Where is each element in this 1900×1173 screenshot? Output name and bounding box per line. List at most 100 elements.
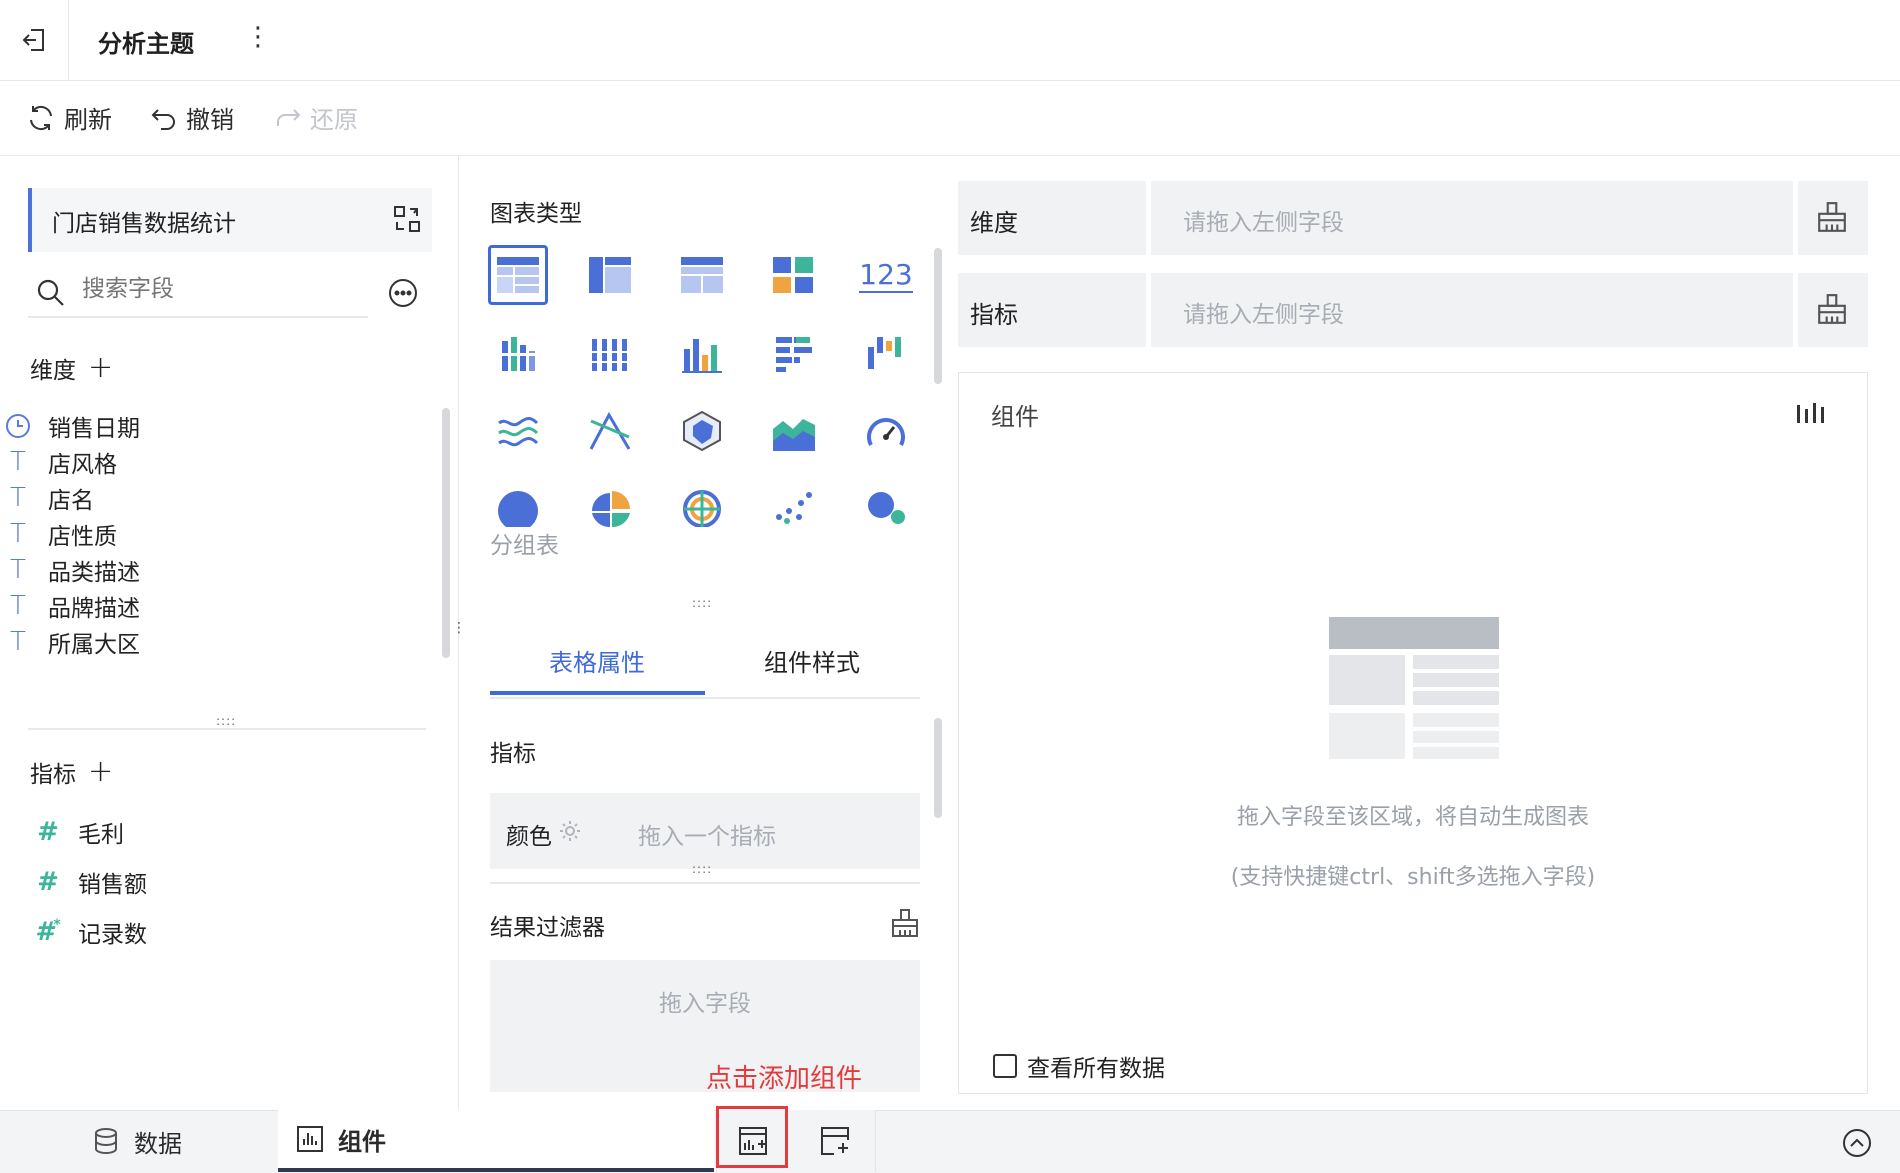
measure-section-title: 指标: [490, 741, 536, 767]
redo-button[interactable]: 还原: [274, 100, 358, 135]
measure-row-label: 指标: [958, 273, 1146, 347]
list-item[interactable]: 销售日期: [0, 408, 440, 444]
tab-component[interactable]: 组件: [278, 1110, 714, 1172]
radar-chart-icon[interactable]: [672, 401, 732, 461]
component-canvas[interactable]: 组件 拖入字段至该区域，将自动生成图表 (支持快捷键ctrl、shift多选拖入…: [958, 372, 1868, 1094]
tab-table-properties[interactable]: 表格属性: [549, 643, 645, 678]
property-scrollbar[interactable]: [934, 718, 942, 818]
filter-broom-icon[interactable]: [890, 908, 920, 938]
area-chart-icon[interactable]: [764, 401, 824, 461]
top-bar: [0, 0, 1900, 81]
dataset-selector[interactable]: 门店销售数据统计: [28, 188, 432, 252]
resize-handle[interactable]: ::::: [216, 714, 236, 728]
chart-type-scrollbar[interactable]: [934, 248, 942, 384]
add-dashboard-icon: [821, 1127, 849, 1155]
broom-icon: [1818, 202, 1846, 232]
number-card-chart-icon[interactable]: 123: [856, 245, 916, 305]
color-placeholder: 拖入一个指标: [638, 824, 776, 850]
grouped-table-chart-icon[interactable]: [488, 245, 548, 305]
dimension-list: 销售日期 T 店风格 T 店名 T 店性质 T 品类描述 T 品牌描述 T 所属…: [0, 408, 440, 718]
measures-header: 指标 +: [30, 754, 113, 789]
dimensions-title: 维度: [30, 357, 76, 384]
text-type-icon: T: [10, 447, 26, 477]
collapse-up-icon[interactable]: [1842, 1128, 1872, 1158]
refresh-label: 刷新: [64, 106, 112, 134]
number-type-icon: #: [37, 817, 59, 847]
panel-resize-handle[interactable]: ⋮: [452, 620, 466, 636]
count-type-icon: # *: [35, 917, 61, 947]
active-tab-indicator: [490, 691, 705, 695]
number-type-icon: #: [37, 867, 59, 897]
detail-table-chart-icon[interactable]: [672, 245, 732, 305]
bubble-chart-icon[interactable]: [856, 477, 916, 537]
tab-component-style[interactable]: 组件样式: [764, 643, 860, 678]
resize-handle[interactable]: ::::: [692, 596, 712, 610]
color-drop-zone[interactable]: 颜色 拖入一个指标: [490, 793, 920, 869]
gauge-chart-icon[interactable]: [856, 401, 916, 461]
list-item[interactable]: T 店风格: [0, 444, 440, 480]
kpi-card-chart-icon[interactable]: [764, 245, 824, 305]
database-icon: [95, 1128, 117, 1155]
stacked-column-chart-icon[interactable]: [580, 323, 640, 383]
add-measure-icon[interactable]: +: [88, 754, 113, 789]
grouped-bar-chart-icon[interactable]: [488, 323, 548, 383]
bar-chart-icon[interactable]: [764, 323, 824, 383]
more-menu-button[interactable]: ⋮: [245, 22, 271, 52]
checkbox-box[interactable]: [993, 1054, 1017, 1078]
list-item[interactable]: T 店性质: [0, 516, 440, 552]
waterfall-chart-icon[interactable]: [856, 323, 916, 383]
undo-button[interactable]: 撤销: [150, 100, 234, 135]
dataset-name: 门店销售数据统计: [52, 211, 236, 237]
bar-chart-icon: [297, 1126, 323, 1152]
list-item[interactable]: # * 记录数: [30, 914, 147, 950]
chart-type-title: 图表类型: [490, 201, 582, 227]
more-options-icon[interactable]: [388, 278, 418, 308]
list-item[interactable]: T 品类描述: [0, 552, 440, 588]
field-search[interactable]: [28, 272, 368, 318]
list-item[interactable]: # 毛利: [30, 814, 124, 850]
text-type-icon: T: [10, 591, 26, 621]
add-dimension-icon[interactable]: +: [88, 350, 113, 385]
dimension-scrollbar[interactable]: [442, 408, 450, 658]
text-type-icon: T: [10, 519, 26, 549]
line-chart-icon[interactable]: [488, 401, 548, 461]
gear-icon[interactable]: [558, 819, 582, 843]
rose-chart-icon[interactable]: [672, 477, 732, 537]
dimension-filter-button[interactable]: [1798, 181, 1868, 255]
divider: [28, 728, 426, 730]
divider: [490, 882, 920, 884]
column-chart-icon[interactable]: [672, 323, 732, 383]
exit-button[interactable]: [0, 0, 69, 80]
add-dashboard-button[interactable]: [820, 1126, 850, 1160]
refresh-button[interactable]: 刷新: [26, 100, 112, 135]
radar-line-chart-icon[interactable]: [580, 401, 640, 461]
measure-filter-button[interactable]: [1798, 273, 1868, 347]
highlight-annotation-box: [716, 1106, 788, 1168]
undo-label: 撤销: [186, 106, 234, 134]
filter-placeholder: 拖入字段: [659, 991, 751, 1017]
view-all-data-checkbox[interactable]: 查看所有数据: [993, 1049, 1165, 1083]
color-label: 颜色: [506, 824, 552, 850]
measure-drop-zone[interactable]: 请拖入左侧字段: [1151, 273, 1793, 347]
resize-handle[interactable]: ::::: [692, 862, 712, 876]
chart-toggle-icon[interactable]: [1795, 401, 1827, 425]
refresh-icon: [30, 105, 52, 130]
cross-table-chart-icon[interactable]: [580, 245, 640, 305]
dimension-drop-zone[interactable]: 请拖入左侧字段: [1151, 181, 1793, 255]
list-item[interactable]: T 所属大区: [0, 624, 440, 660]
list-item[interactable]: T 品牌描述: [0, 588, 440, 624]
chart-type-grid: 123: [488, 245, 928, 535]
scatter-chart-icon[interactable]: [764, 477, 824, 537]
annotation-text: 点击添加组件: [706, 1064, 863, 1094]
list-item[interactable]: # 销售额: [30, 864, 147, 900]
property-tabs: 表格属性 组件样式: [490, 625, 920, 699]
search-input[interactable]: [82, 276, 352, 302]
list-item[interactable]: T 店名: [0, 480, 440, 516]
switch-dataset-icon[interactable]: [392, 204, 422, 234]
donut-chart-icon[interactable]: [580, 477, 640, 537]
text-type-icon: T: [10, 483, 26, 513]
redo-icon: [277, 108, 301, 126]
text-type-icon: T: [10, 555, 26, 585]
tab-data[interactable]: 数据: [92, 1110, 182, 1172]
empty-hint-shortcut: (支持快捷键ctrl、shift多选拖入字段): [1230, 865, 1596, 890]
